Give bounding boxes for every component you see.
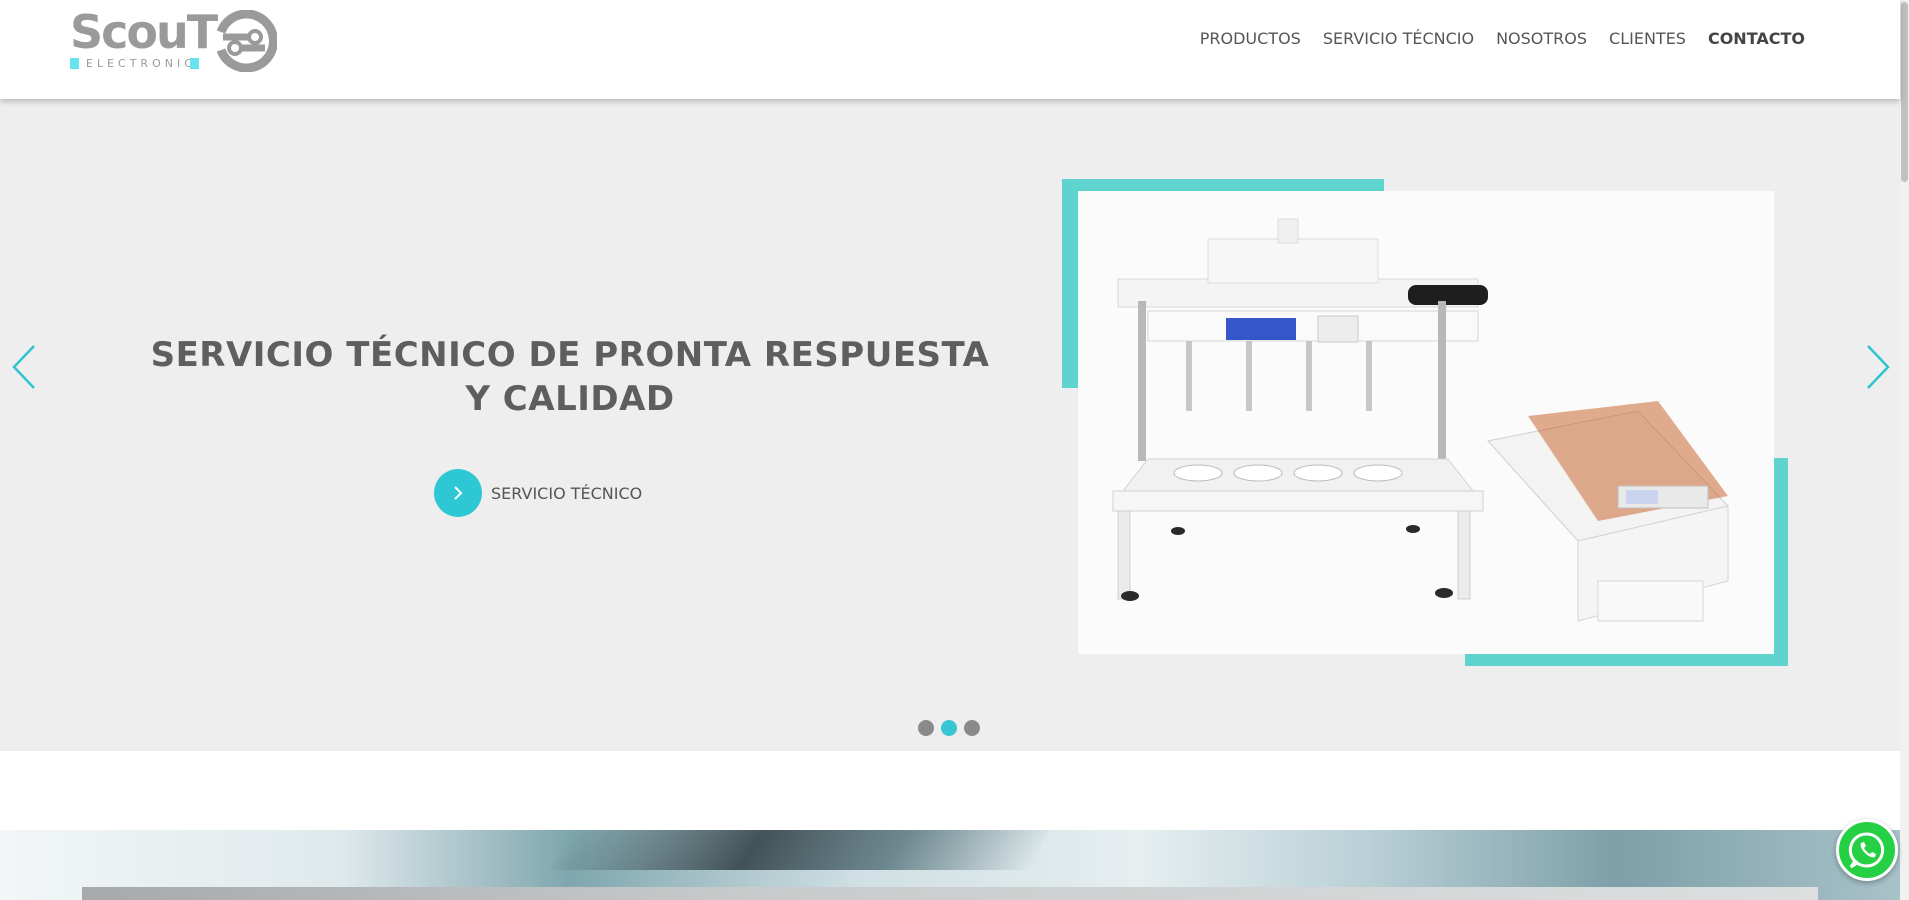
product-photo [1078,191,1774,654]
site-header: ScouT ELECTRONIC PRODUCTOS SERVICIO TÉCN… [0,0,1900,99]
nav-item-productos[interactable]: PRODUCTOS [1189,27,1312,51]
banner-content-bar [82,887,1818,900]
logo-subtitle: ELECTRONIC [86,57,196,70]
cta-label[interactable]: SERVICIO TÉCNICO [491,484,642,503]
hero-title: SERVICIO TÉCNICO DE PRONTA RESPUESTA Y C… [150,335,990,419]
logo[interactable]: ScouT ELECTRONIC [68,5,278,74]
nav-item-nosotros[interactable]: NOSOTROS [1485,27,1598,51]
hero-slider: SERVICIO TÉCNICO DE PRONTA RESPUESTA Y C… [0,99,1900,751]
slider-next-arrow[interactable] [1862,342,1892,392]
chevron-right-icon[interactable] [1862,342,1892,392]
slider-pagination [918,720,980,736]
scrollbar-thumb[interactable] [1901,2,1908,182]
chevron-right-icon[interactable] [434,469,482,517]
logo-square-left [70,58,79,69]
image-frame-accent [1774,458,1788,666]
banner-image [0,830,1900,900]
image-frame-accent [1465,653,1788,666]
slider-dot-1[interactable] [918,720,934,736]
page-scrollbar[interactable] [1900,0,1909,900]
slider-dot-2[interactable] [941,720,957,736]
image-frame-accent [1062,179,1384,191]
servicio-tecnico-cta[interactable]: SERVICIO TÉCNICO [434,469,642,517]
banner-shadow [550,830,1050,870]
logo-wordmark: ScouT [70,5,218,59]
logo-circuit-icon [216,10,277,72]
slider-dot-3[interactable] [964,720,980,736]
nav-item-servicio-tecnico[interactable]: SERVICIO TÉCNCIO [1312,27,1485,51]
main-nav: PRODUCTOS SERVICIO TÉCNCIO NOSOTROS CLIE… [1189,27,1816,51]
slider-prev-arrow[interactable] [10,342,40,392]
whatsapp-icon[interactable] [1847,830,1887,870]
image-frame-accent [1062,179,1078,388]
logo-square-right [190,58,199,69]
whatsapp-button[interactable] [1836,819,1898,881]
nav-item-clientes[interactable]: CLIENTES [1598,27,1697,51]
chevron-left-icon[interactable] [10,342,40,392]
nav-item-contacto[interactable]: CONTACTO [1697,27,1816,51]
